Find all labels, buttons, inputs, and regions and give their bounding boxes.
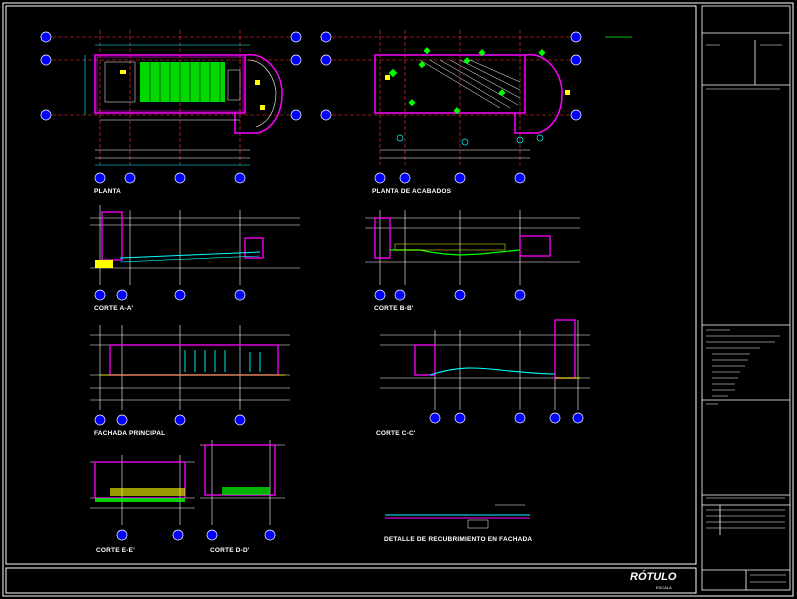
caption-corte-bb: CORTE B-B' [374, 305, 414, 312]
title-rotulo-sub: ESCALA [656, 585, 672, 590]
caption-detalle: DETALLE DE RECUBRIMIENTO EN FACHADA [384, 536, 533, 543]
caption-corte-cc: CORTE C-C' [376, 430, 416, 437]
caption-corte-dd: CORTE D-D' [210, 547, 250, 554]
caption-corte-ee: CORTE E-E' [96, 547, 135, 554]
caption-corte-aa: CORTE A-A' [94, 305, 134, 312]
caption-fachada: FACHADA PRINCIPAL [94, 430, 166, 437]
title-rotulo: RÓTULO [630, 571, 677, 583]
cad-sheet [0, 0, 797, 599]
caption-planta: PLANTA [94, 188, 122, 195]
caption-planta-acabados: PLANTA DE ACABADOS [372, 188, 452, 195]
